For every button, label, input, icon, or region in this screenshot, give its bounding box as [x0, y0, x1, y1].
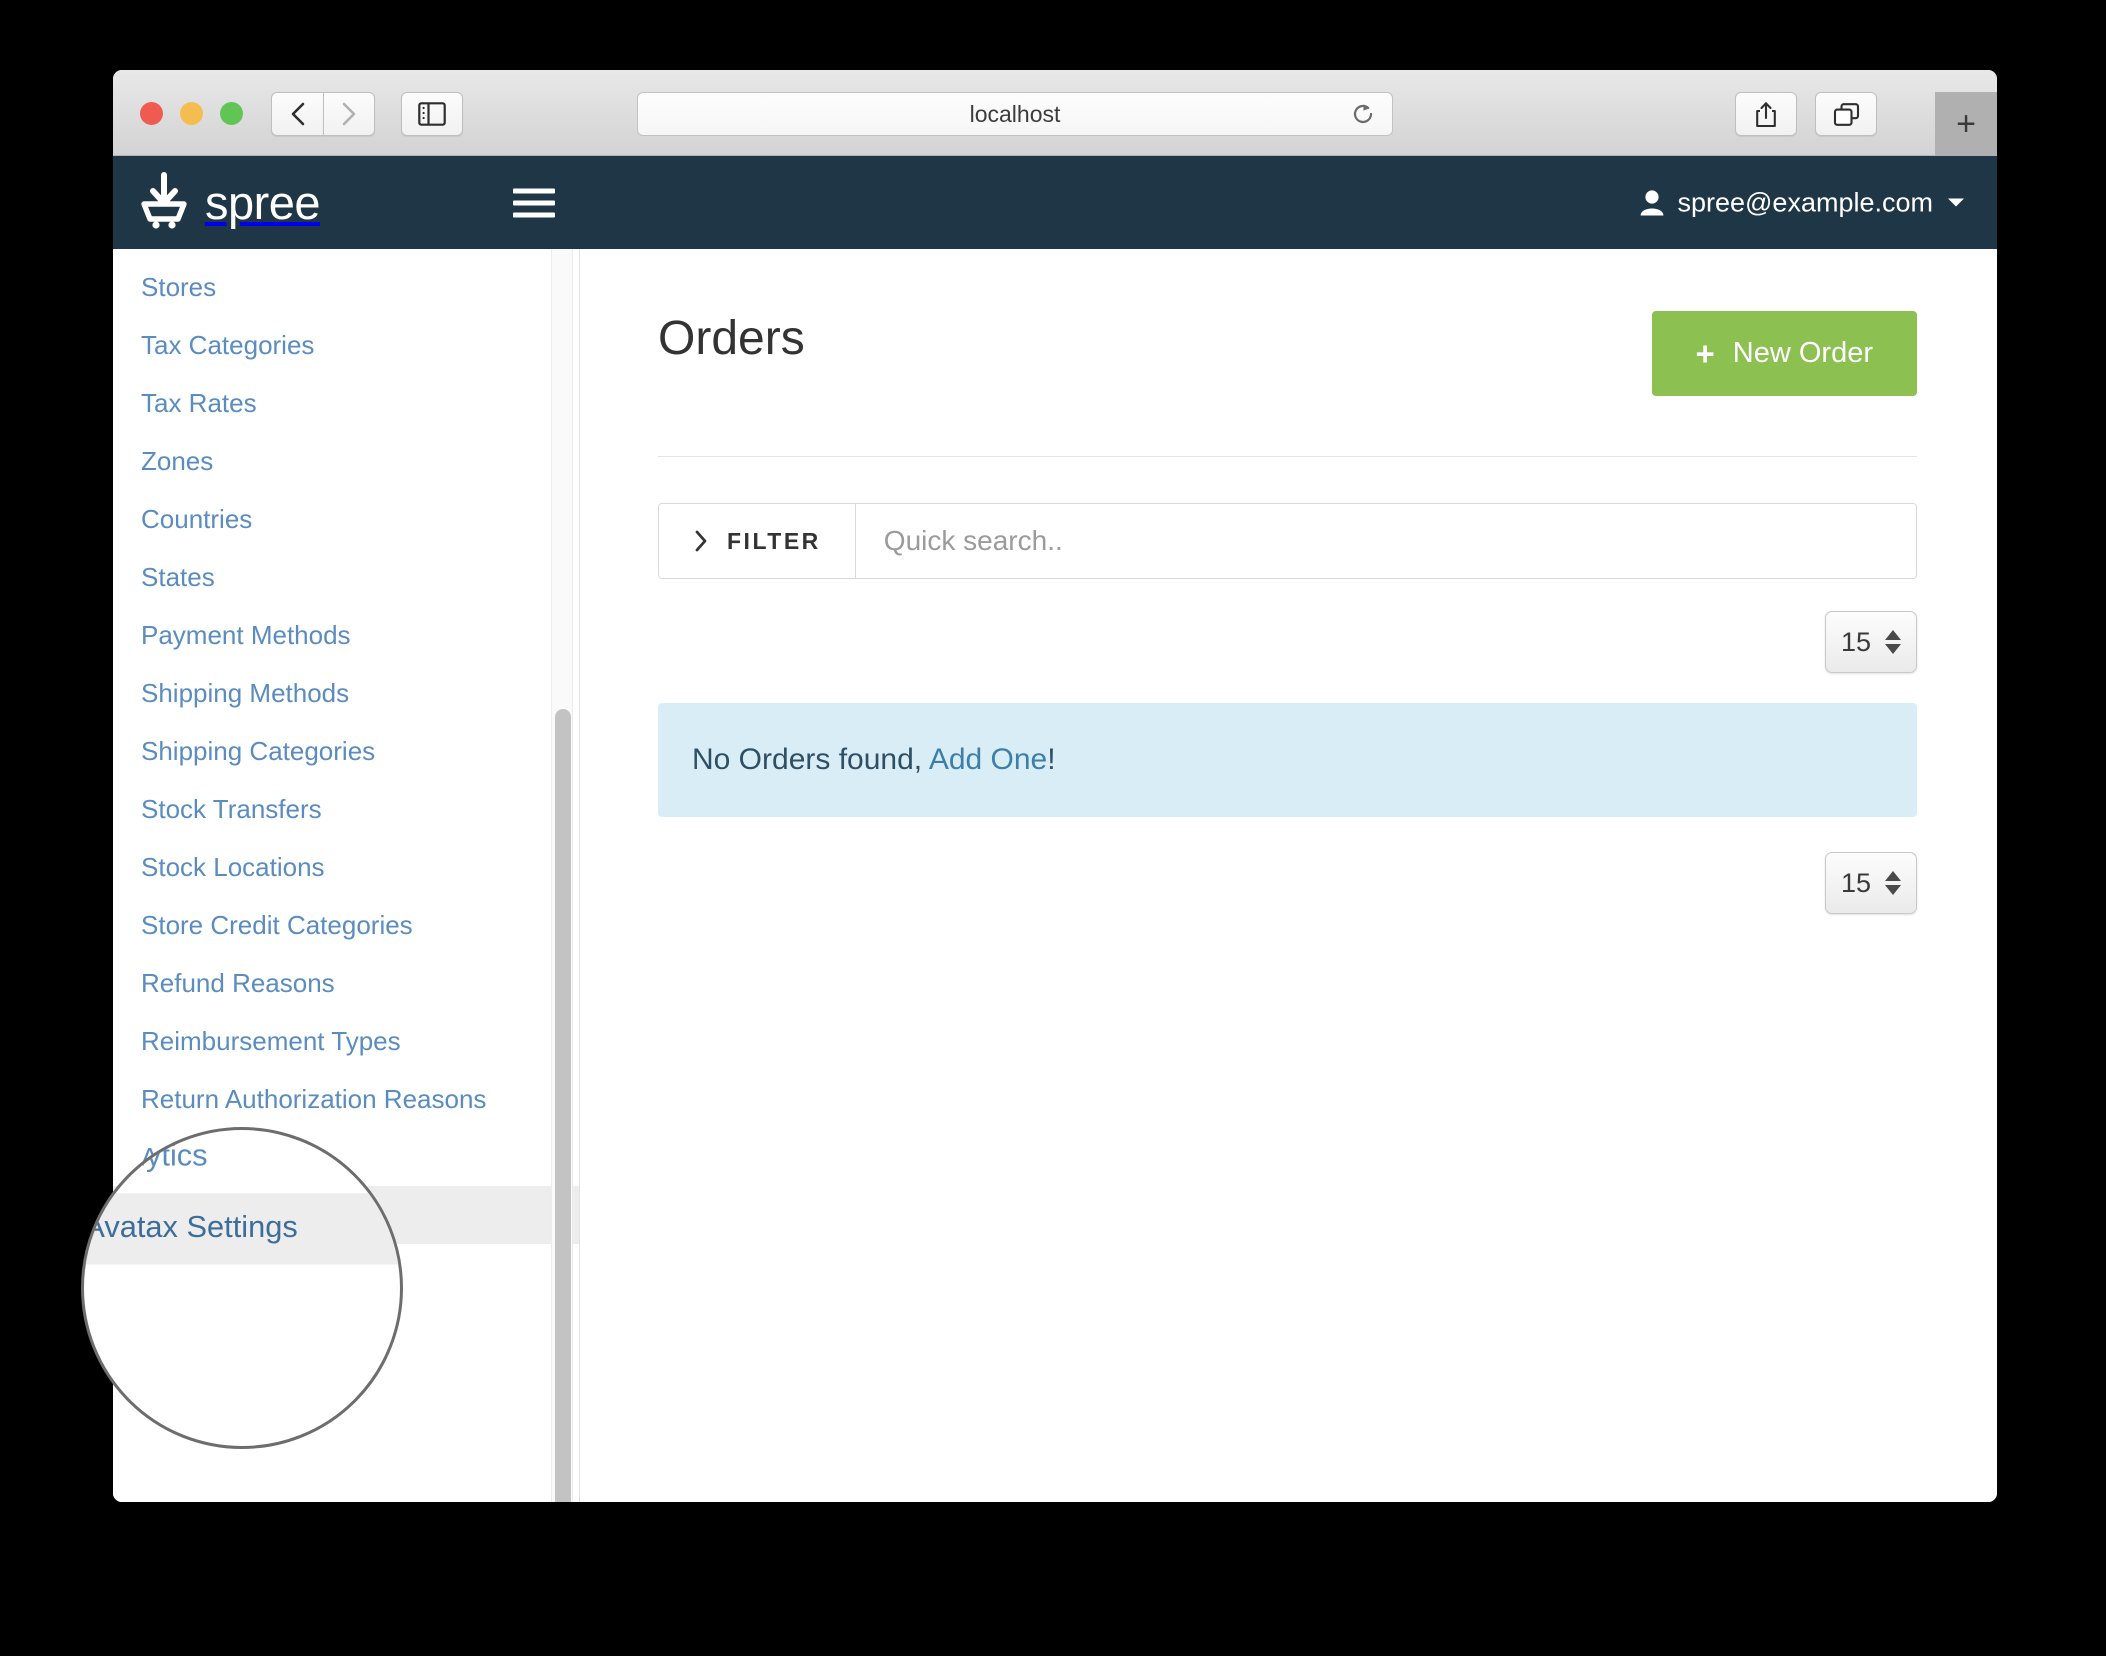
sidebar-toggle-icon: [418, 102, 446, 126]
forward-chevron-icon: [342, 102, 356, 126]
spree-wordmark: spree: [205, 176, 321, 229]
window-minimize-button[interactable]: [180, 102, 203, 125]
back-button[interactable]: [271, 92, 323, 136]
chevron-down-icon: [1948, 198, 1964, 207]
browser-toolbar: localhost +: [113, 70, 1997, 156]
per-page-row-bottom: 15: [658, 852, 1917, 914]
per-page-value-top: 15: [1840, 626, 1872, 657]
share-button[interactable]: [1735, 92, 1797, 136]
page-title: Orders: [658, 312, 805, 365]
user-email-label: spree@example.com: [1677, 187, 1933, 217]
back-chevron-icon: [291, 102, 304, 126]
new-tab-plus-icon: +: [1956, 105, 1976, 143]
plus-icon: +: [1695, 335, 1715, 372]
per-page-select-bottom[interactable]: 15: [1825, 852, 1917, 914]
sidebar-item-return-authorization-reasons[interactable]: Return Authorization Reasons: [113, 1070, 579, 1128]
window-close-button[interactable]: [140, 102, 163, 125]
user-menu[interactable]: spree@example.com: [1639, 187, 1965, 218]
empty-message-suffix: !: [1047, 743, 1056, 776]
sidebar-toggle-button[interactable]: [401, 92, 463, 136]
no-orders-alert: No Orders found, Add One!: [658, 703, 1917, 817]
sidebar-item-stores[interactable]: Stores: [113, 258, 579, 316]
sidebar-item-zones[interactable]: Zones: [113, 432, 579, 490]
spree-cart-logo-icon: [141, 171, 187, 229]
sidebar-item-list: Stores Tax Categories Tax Rates Zones Countr…: [113, 249, 579, 1244]
sidebar-item-stock-transfers[interactable]: Stock Transfers: [113, 780, 579, 838]
app-header: spree spree@example.com: [113, 156, 1997, 249]
spree-logo[interactable]: spree: [137, 171, 321, 234]
sidebar-item-payment-methods[interactable]: Payment Methods: [113, 606, 579, 664]
per-page-value-bottom: 15: [1840, 867, 1872, 898]
sidebar-item-shipping-methods[interactable]: Shipping Methods: [113, 664, 579, 722]
share-icon: [1756, 101, 1776, 127]
new-tab-button[interactable]: +: [1935, 92, 1997, 156]
main-content: Orders + New Order FILTER Quick search..…: [580, 249, 1997, 1502]
address-bar[interactable]: localhost: [637, 92, 1393, 136]
sidebar-item-tax-categories[interactable]: Tax Categories: [113, 316, 579, 374]
reload-icon[interactable]: [1350, 101, 1376, 127]
per-page-row-top: 15: [658, 611, 1917, 673]
url-text: localhost: [969, 100, 1061, 127]
window-zoom-button[interactable]: [220, 102, 243, 125]
sidebar-scrollbar-thumb[interactable]: [555, 709, 571, 1502]
tab-overview-icon: [1833, 102, 1859, 126]
stepper-icon: [1885, 630, 1902, 654]
magnifier-content: Analytics Avatax Settings: [84, 1130, 400, 1265]
empty-message-prefix: No Orders found,: [692, 743, 923, 776]
magnifier-callout: Analytics Avatax Settings: [81, 1127, 403, 1449]
header-divider: [658, 456, 1917, 457]
filter-button[interactable]: FILTER: [659, 504, 856, 578]
filter-label: FILTER: [727, 527, 821, 554]
chevron-right-icon: [695, 530, 707, 552]
add-one-link[interactable]: Add One: [929, 743, 1047, 776]
new-order-button[interactable]: + New Order: [1651, 311, 1917, 396]
sidebar-item-countries[interactable]: Countries: [113, 490, 579, 548]
sidebar-item-states[interactable]: States: [113, 548, 579, 606]
new-order-label: New Order: [1732, 337, 1873, 369]
per-page-select-top[interactable]: 15: [1825, 611, 1917, 673]
stepper-icon: [1885, 871, 1902, 895]
sidebar-scrollbar[interactable]: [551, 249, 573, 1502]
quick-search-input[interactable]: [855, 504, 1916, 578]
sidebar-item-store-credit-categories[interactable]: Store Credit Categories: [113, 896, 579, 954]
hamburger-menu-icon[interactable]: [513, 181, 555, 224]
filter-search-bar: FILTER: [658, 503, 1917, 579]
sidebar-item-stock-locations[interactable]: Stock Locations: [113, 838, 579, 896]
content-header: Orders + New Order: [658, 311, 1917, 396]
sidebar-item-refund-reasons[interactable]: Refund Reasons: [113, 954, 579, 1012]
magnified-item-avatax-settings[interactable]: Avatax Settings: [84, 1193, 400, 1265]
sidebar-item-tax-rates[interactable]: Tax Rates: [113, 374, 579, 432]
forward-button[interactable]: [323, 92, 375, 136]
magnified-item-analytics[interactable]: Analytics: [84, 1130, 400, 1193]
sidebar-item-shipping-categories[interactable]: Shipping Categories: [113, 722, 579, 780]
sidebar-item-reimbursement-types[interactable]: Reimbursement Types: [113, 1012, 579, 1070]
tab-overview-button[interactable]: [1815, 92, 1877, 136]
user-avatar-icon: [1641, 190, 1664, 216]
